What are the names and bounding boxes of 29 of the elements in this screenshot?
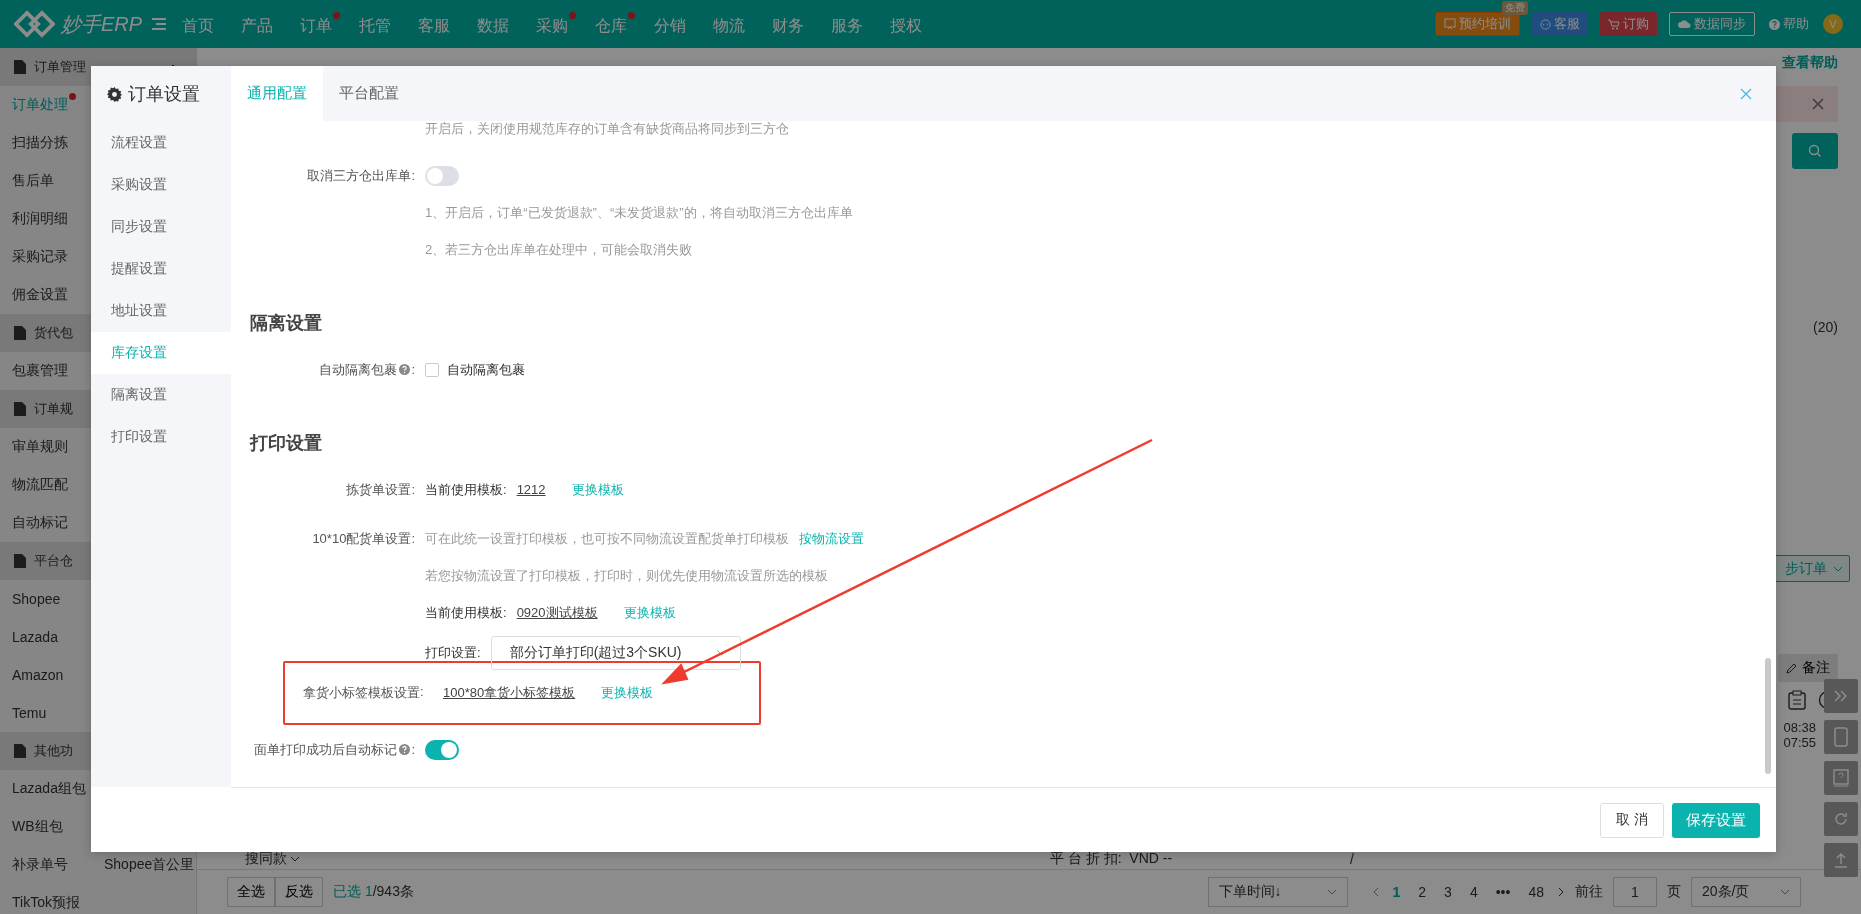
label-colon: : bbox=[420, 684, 424, 701]
total-count: /943条 bbox=[372, 883, 414, 901]
selected-count: 已选 1 bbox=[333, 883, 373, 901]
label-colon: : bbox=[411, 742, 415, 757]
field-label: 拿货小标签模板设置 bbox=[303, 684, 420, 702]
field-label: 打印设置: bbox=[425, 643, 481, 662]
section-heading: 打印设置 bbox=[250, 431, 322, 455]
tab-count: (20) bbox=[1813, 319, 1838, 335]
page-unit: 页 bbox=[1667, 883, 1681, 901]
hint-text: 2、若三方仓出库单在处理中，可能会取消失败 bbox=[425, 240, 693, 259]
order-time: 07:55 bbox=[1783, 735, 1816, 750]
hint-text: 若您按物流设置了打印模板，打印时，则优先使用物流设置所选的模板 bbox=[425, 566, 828, 585]
table-cell: / bbox=[1350, 851, 1354, 867]
discount-text: 平 台 折 扣: VND -- bbox=[1050, 850, 1174, 868]
field-label: 当前使用模板: bbox=[425, 603, 507, 622]
section-heading: 隔离设置 bbox=[250, 311, 322, 335]
goto-label: 前往 bbox=[1575, 883, 1603, 901]
field-label: 自动隔离包裹 bbox=[319, 360, 398, 379]
free-badge: 免费 bbox=[1502, 1, 1528, 15]
order-time: 08:38 bbox=[1783, 720, 1816, 735]
field-label: 当前使用模板: bbox=[425, 480, 507, 499]
label-colon: : bbox=[411, 168, 415, 183]
label-colon: : bbox=[411, 482, 415, 497]
label-colon: : bbox=[411, 531, 415, 546]
dialog-title: 订单设置 bbox=[128, 83, 200, 106]
hint-text: 开启后，关闭使用规范库存的订单含有缺货商品将同步到三方仓 bbox=[425, 120, 789, 138]
hint-text: 1、开启后，订单“已发货退款”、“未发货退款”的，将自动取消三方仓出库单 bbox=[425, 203, 853, 222]
field-label: 面单打印成功后自动标记 bbox=[254, 740, 398, 759]
label-colon: : bbox=[411, 362, 415, 377]
